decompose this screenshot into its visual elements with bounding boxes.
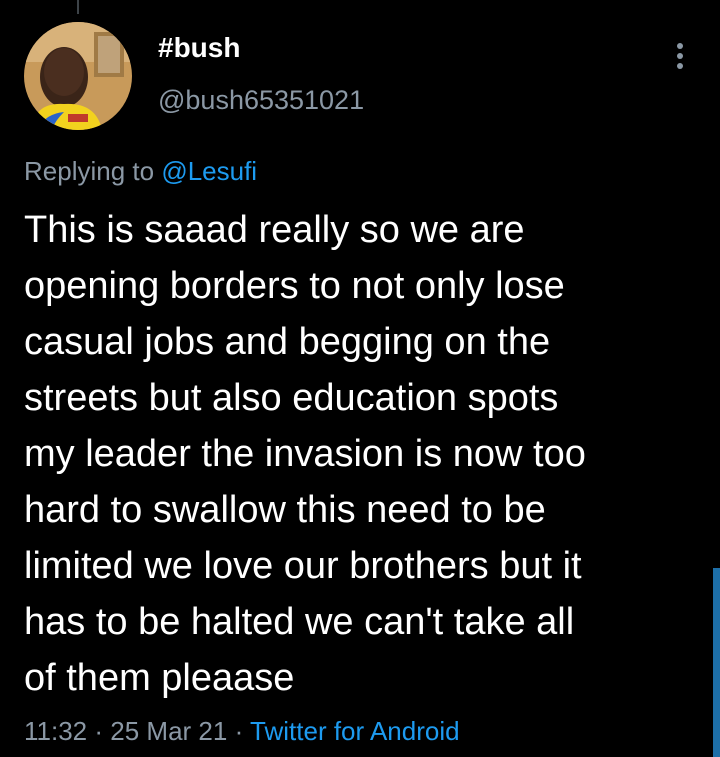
user-handle[interactable]: @bush65351021 xyxy=(158,85,364,116)
thread-connector-line xyxy=(77,0,79,14)
replying-to: Replying to @Lesufi xyxy=(24,156,257,187)
tweet-date[interactable]: 25 Mar 21 xyxy=(110,716,227,746)
meta-separator: · xyxy=(234,716,244,746)
mention-link[interactable]: @Lesufi xyxy=(161,156,257,186)
tweet-time: 11:32 xyxy=(24,716,88,746)
more-vertical-icon xyxy=(677,53,683,59)
meta-separator: · xyxy=(94,716,104,746)
avatar[interactable] xyxy=(24,22,132,130)
avatar-photo xyxy=(24,22,132,130)
replying-to-label: Replying to xyxy=(24,156,155,186)
tweet-source-link[interactable]: Twitter for Android xyxy=(250,716,460,746)
scrollbar[interactable] xyxy=(713,568,720,757)
tweet-text: This is saaad really so we are opening b… xyxy=(24,209,586,699)
tweet-meta: 11:32 · 25 Mar 21 · Twitter for Android xyxy=(24,716,460,747)
more-options-button[interactable] xyxy=(660,36,700,76)
more-vertical-icon xyxy=(677,43,683,49)
display-name[interactable]: #bush xyxy=(158,32,240,64)
more-vertical-icon xyxy=(677,63,683,69)
